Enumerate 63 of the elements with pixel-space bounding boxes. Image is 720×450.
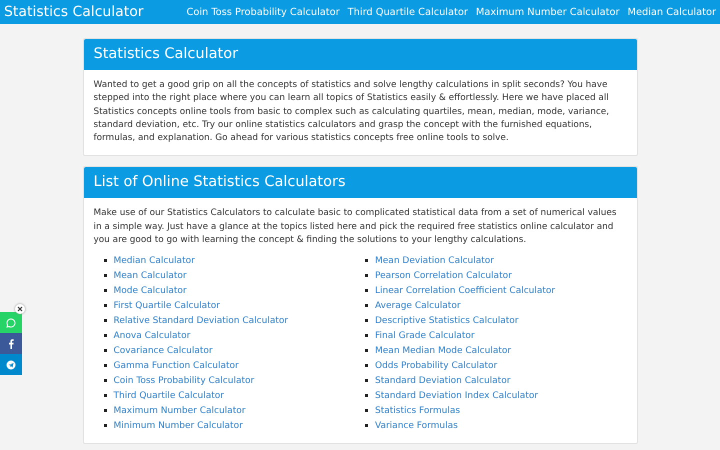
calculator-link[interactable]: Covariance Calculator <box>114 346 213 356</box>
list-paragraph: Make use of our Statistics Calculators to calculate basic to complicated statistical data from a set of numerical values in a simple way. Just have a glance at the topics listed here and pick the required free statistics online calculator and you are good to go with learning the concept & finding the solutions to your lengthy calculations. <box>94 207 618 248</box>
bullet-icon <box>365 289 368 292</box>
bullet-icon <box>104 289 106 292</box>
paper-plane-icon <box>6 360 16 370</box>
bullet-icon <box>365 424 368 428</box>
share-button[interactable] <box>0 354 22 375</box>
bullet-icon <box>104 379 106 382</box>
bullet-icon <box>365 304 368 308</box>
calculator-link[interactable]: Relative Standard Deviation Calculator <box>114 316 288 326</box>
bullet-icon <box>365 334 368 338</box>
bullet-icon <box>104 409 106 412</box>
nav-link[interactable]: Maximum Number Calculator <box>476 6 620 18</box>
bullet-icon <box>104 424 106 428</box>
bullet-icon <box>365 259 368 262</box>
bullet-icon <box>365 394 368 398</box>
calculator-link[interactable]: Minimum Number Calculator <box>114 420 243 431</box>
nav-link[interactable]: Median Calculator <box>628 6 716 18</box>
calculator-link[interactable]: Third Quartile Calculator <box>114 390 224 401</box>
calculator-link[interactable]: Mean Median Mode Calculator <box>375 346 512 356</box>
bullet-icon <box>365 319 368 322</box>
calculator-link[interactable]: Anova Calculator <box>114 330 190 341</box>
share-button[interactable] <box>0 333 22 354</box>
bullet-icon <box>365 379 368 382</box>
calculator-link[interactable]: Standard Deviation Index Calculator <box>375 390 538 401</box>
calculator-link[interactable]: Standard Deviation Calculator <box>375 376 510 386</box>
calculator-link[interactable]: Statistics Formulas <box>375 406 460 416</box>
bullet-icon <box>104 364 106 368</box>
calculator-link[interactable]: Variance Formulas <box>375 420 458 431</box>
bullet-icon <box>104 349 106 352</box>
bullet-icon <box>365 274 368 278</box>
site-brand[interactable]: Statistics Calculator <box>4 4 178 20</box>
calculator-link[interactable]: Mode Calculator <box>114 286 187 296</box>
card-header: Statistics Calculator <box>84 39 636 70</box>
bullet-icon <box>365 349 368 352</box>
calculator-link[interactable]: Descriptive Statistics Calculator <box>375 316 518 326</box>
calculator-link[interactable]: Median Calculator <box>114 256 195 266</box>
facebook-icon <box>8 338 14 348</box>
calculator-link[interactable]: Pearson Correlation Calculator <box>375 270 512 281</box>
calculator-link[interactable]: Final Grade Calculator <box>375 330 475 341</box>
nav-link[interactable]: Coin Toss Probability Calculator <box>186 6 340 18</box>
calculator-link[interactable]: Maximum Number Calculator <box>114 406 246 416</box>
nav-link[interactable]: Third Quartile Calculator <box>348 6 468 18</box>
calculator-link[interactable]: Coin Toss Probability Calculator <box>114 376 254 386</box>
intro-paragraph: Wanted to get a good grip on all the concepts of statistics and solve lengthy calculations in split seconds? You have stepped into the right place where you can learn all topics of Statistics easily & effortlessly. Here we have placed all Statistics concepts online tools from basic to complex such as calculating quartiles, mean, median, mode, variance, standard deviation, etc. Try our online statistics calculators and grasp the concept with the furnished equations, formulas, and explanation. Go ahead for various statistics concepts free online tools to solve. <box>94 79 610 146</box>
bullet-icon <box>104 259 106 262</box>
calculator-link[interactable]: Mean Deviation Calculator <box>375 256 494 266</box>
calculator-link[interactable]: Gamma Function Calculator <box>114 360 239 371</box>
calculator-link[interactable]: Average Calculator <box>375 300 461 311</box>
card-header: List of Online Statistics Calculators <box>84 167 636 198</box>
bullet-icon <box>104 319 106 322</box>
calculator-link[interactable]: Linear Correlation Coefficient Calculator <box>375 286 556 296</box>
calculator-link[interactable]: First Quartile Calculator <box>114 300 220 311</box>
bullet-icon <box>365 364 368 368</box>
bullet-icon <box>104 274 106 278</box>
bullet-icon <box>104 394 106 398</box>
bullet-icon <box>104 334 106 338</box>
bullet-icon <box>365 409 368 412</box>
calculator-link[interactable]: Mean Calculator <box>114 270 187 281</box>
calculator-link[interactable]: Odds Probability Calculator <box>375 360 498 371</box>
close-icon[interactable] <box>15 304 25 314</box>
chat-bubble-icon <box>6 318 16 328</box>
bullet-icon <box>104 304 106 308</box>
